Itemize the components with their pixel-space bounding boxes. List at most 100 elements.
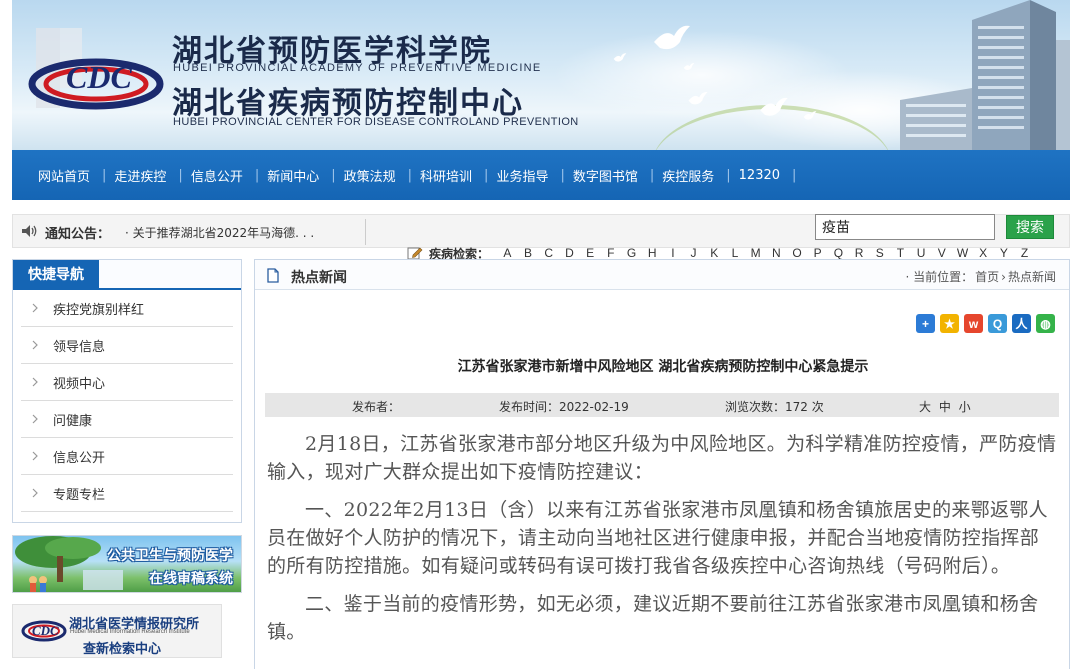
breadcrumb-prefix: · 当前位置： — [905, 270, 974, 284]
article-title: 江苏省张家港市新增中风险地区 湖北省疾病预防控制中心紧急提示 — [457, 359, 869, 375]
letter-link-c[interactable]: C — [538, 246, 559, 260]
nav-item-guidance[interactable]: 业务指导 | — [488, 166, 564, 185]
nav-item-about[interactable]: 走进疾控 | — [106, 166, 182, 185]
search-button[interactable]: 搜索 — [1006, 215, 1054, 239]
letter-link-f[interactable]: F — [600, 246, 621, 260]
nav-item-12320[interactable]: 12320 | — [731, 168, 797, 183]
divider — [365, 219, 366, 245]
quick-nav-item-label: 领导信息 — [53, 339, 106, 355]
meta-publisher: 发布者： — [352, 400, 401, 414]
letter-link-w[interactable]: W — [952, 246, 973, 260]
letter-link-r[interactable]: R — [849, 246, 870, 260]
nav-item-research[interactable]: 科研培训 | — [412, 166, 488, 185]
article-paragraph: 二、鉴于当前的疫情形势，如无必须，建议近期不要前往江苏省张家港市凤凰镇和杨舍镇。 — [267, 593, 1039, 643]
nav-item-info-disclosure[interactable]: 信息公开 | — [183, 166, 259, 185]
letter-link-a[interactable]: A — [497, 246, 518, 260]
letter-link-z[interactable]: Z — [1014, 246, 1035, 260]
letter-link-j[interactable]: J — [683, 246, 704, 260]
quick-nav-item-topics[interactable]: 专题专栏 — [21, 475, 233, 512]
quick-nav-item-ask-health[interactable]: 问健康 — [21, 401, 233, 438]
notice-link[interactable]: · 关于推荐湖北省2022年马海德. . . — [125, 224, 314, 241]
share-toolbar: + ★ w Q 人 ◍ — [916, 314, 1055, 333]
article-paragraph: 2月18日，江苏省张家港市部分地区升级为中风险地区。为科学精准防控疫情，严防疫情… — [267, 433, 1057, 483]
notice-label: 通知公告： — [45, 227, 111, 242]
news-panel-header: 热点新闻 · 当前位置： 首页 › 热点新闻 — [255, 260, 1069, 290]
org-name-en-primary: HUBEI PROVINCIAL ACADEMY OF PREVENTIVE M… — [173, 62, 542, 74]
svg-text:CDC: CDC — [66, 59, 132, 95]
institute-logo-icon: CDC — [21, 620, 67, 642]
meta-view-count: 浏览次数：172 次 — [725, 400, 824, 414]
letter-link-g[interactable]: G — [621, 246, 642, 260]
dove-icon — [803, 111, 817, 120]
chevron-right-icon — [32, 488, 38, 498]
quick-nav-item-label: 视频中心 — [53, 376, 106, 392]
letter-link-q[interactable]: Q — [828, 246, 849, 260]
meta-publish-date: 发布时间：2022-02-19 — [499, 400, 629, 414]
quick-nav-item-party[interactable]: 疾控党旗别样红 — [21, 290, 233, 327]
breadcrumb: · 当前位置： 首页 › 热点新闻 — [905, 268, 1057, 285]
letter-link-x[interactable]: X — [973, 246, 994, 260]
letter-link-v[interactable]: V — [931, 246, 952, 260]
qzone-icon[interactable]: ★ — [940, 314, 959, 333]
letter-link-i[interactable]: I — [663, 246, 684, 260]
search-input[interactable] — [815, 214, 995, 240]
article-meta-bar: 发布者： 发布时间：2022-02-19 浏览次数：172 次 大 中 小 — [265, 393, 1059, 417]
nav-item-services[interactable]: 疾控服务 | — [654, 166, 730, 185]
org-name-en-secondary: HUBEI PROVINCIAL CENTER FOR DISEASE CONT… — [173, 116, 579, 128]
letter-link-h[interactable]: H — [642, 246, 663, 260]
letter-link-d[interactable]: D — [559, 246, 580, 260]
breadcrumb-home-link[interactable]: 首页 — [975, 268, 999, 285]
institute-service-name: 查新检索中心 — [83, 642, 162, 657]
renren-icon[interactable]: 人 — [1012, 314, 1031, 333]
letter-link-b[interactable]: B — [518, 246, 539, 260]
header-banner: CDC 湖北省预防医学科学院 HUBEI PROVINCIAL ACADEMY … — [12, 0, 1070, 150]
letter-link-e[interactable]: E — [580, 246, 601, 260]
chevron-right-icon — [32, 414, 38, 424]
tencent-weibo-icon[interactable]: Q — [988, 314, 1007, 333]
institute-name-en: Hubei Medical Information Research Insti… — [70, 629, 190, 635]
breadcrumb-separator: › — [1001, 269, 1006, 284]
letter-link-s[interactable]: S — [869, 246, 890, 260]
nav-item-news[interactable]: 新闻中心 | — [259, 166, 335, 185]
review-system-banner[interactable]: 公共卫生与预防医学 在线审稿系统 — [12, 535, 242, 593]
speaker-icon — [22, 225, 37, 237]
nav-item-home[interactable]: 网站首页 | — [30, 166, 106, 185]
chevron-right-icon — [32, 340, 38, 350]
edit-icon — [407, 247, 423, 260]
letter-link-y[interactable]: Y — [994, 246, 1015, 260]
letter-link-l[interactable]: L — [725, 246, 746, 260]
letter-link-p[interactable]: P — [807, 246, 828, 260]
review-system-subtitle: 在线审稿系统 — [149, 571, 233, 587]
letter-link-u[interactable]: U — [911, 246, 932, 260]
dove-icon — [683, 63, 695, 70]
medical-info-institute-banner[interactable]: CDC 湖北省医学情报研究所 Hubei Medical Information… — [12, 604, 222, 658]
section-title: 热点新闻 — [291, 270, 347, 286]
review-system-title: 公共卫生与预防医学 — [107, 548, 233, 564]
quick-nav-list: 疾控党旗别样红 领导信息 视频中心 问健康 信息公开 专题专栏 — [13, 290, 241, 512]
letter-link-t[interactable]: T — [890, 246, 911, 260]
quick-nav-panel: 快捷导航 疾控党旗别样红 领导信息 视频中心 问健康 信息公开 专题专栏 — [12, 259, 242, 523]
cdc-logo-icon[interactable]: CDC — [26, 28, 164, 116]
quick-nav-item-label: 问健康 — [53, 413, 93, 429]
nav-item-library[interactable]: 数字图书馆 | — [565, 166, 654, 185]
quick-nav-item-leaders[interactable]: 领导信息 — [21, 327, 233, 364]
wechat-icon[interactable]: ◍ — [1036, 314, 1055, 333]
quick-nav-item-video[interactable]: 视频中心 — [21, 364, 233, 401]
letter-link-k[interactable]: K — [704, 246, 725, 260]
quick-nav-item-label: 专题专栏 — [53, 487, 106, 503]
weibo-icon[interactable]: w — [964, 314, 983, 333]
chevron-right-icon — [32, 303, 38, 313]
quick-nav-item-info[interactable]: 信息公开 — [21, 438, 233, 475]
plus-share-icon[interactable]: + — [916, 314, 935, 333]
dove-icon — [613, 53, 627, 62]
nav-item-policy[interactable]: 政策法规 | — [336, 166, 412, 185]
document-icon — [267, 268, 279, 283]
breadcrumb-current[interactable]: 热点新闻 — [1008, 268, 1056, 285]
letter-link-o[interactable]: O — [787, 246, 808, 260]
quick-nav-item-label: 信息公开 — [53, 450, 106, 466]
dove-icon — [760, 97, 788, 116]
main-navigation: 网站首页 | 走进疾控 | 信息公开 | 新闻中心 | 政策法规 | 科研培训 | 业务指导… — [12, 150, 1070, 200]
font-size-switcher[interactable]: 大 中 小 — [919, 398, 973, 415]
letter-link-m[interactable]: M — [745, 246, 766, 260]
letter-link-n[interactable]: N — [766, 246, 787, 260]
